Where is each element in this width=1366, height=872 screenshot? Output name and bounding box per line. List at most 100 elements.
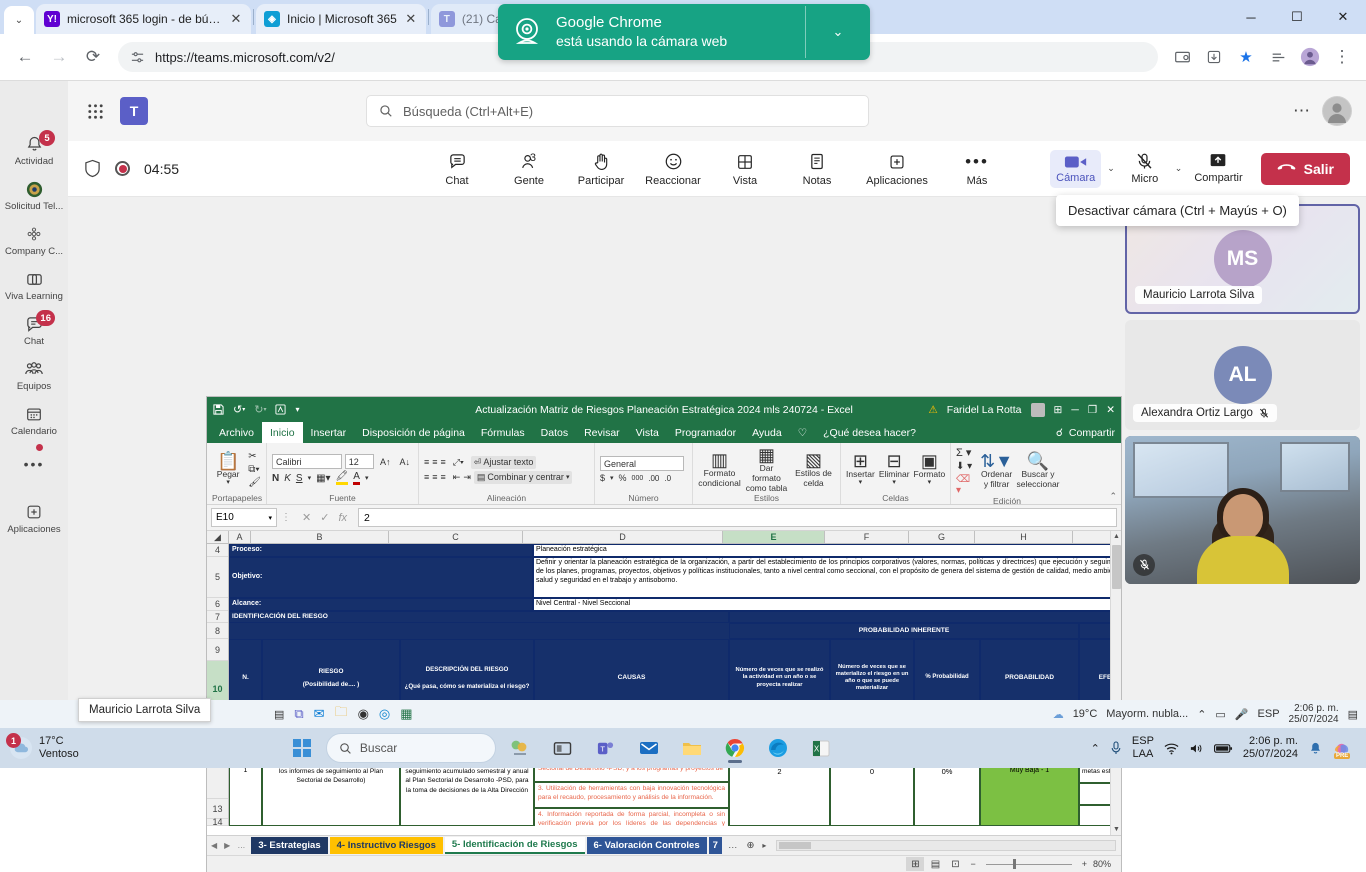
fill-down-icon[interactable]: ⬇ ▾ xyxy=(956,461,975,472)
customize-qat-icon[interactable]: ▾ xyxy=(295,405,299,414)
tab-close-icon[interactable]: ✕ xyxy=(404,11,418,27)
merge-center-button[interactable]: ▤ Combinar y centrar ▾ xyxy=(474,471,573,484)
meeting-control-gente[interactable]: 3 Gente xyxy=(500,151,558,187)
cell-section-title[interactable]: IDENTIFICACIÓN DEL RIESGO xyxy=(229,611,729,623)
back-button[interactable]: ← xyxy=(10,42,40,72)
cell-section-blank[interactable] xyxy=(729,611,1121,623)
row-header-7[interactable]: 7 xyxy=(207,611,228,623)
sheet-next-icon[interactable]: ▶ xyxy=(224,841,230,850)
header-ellipsis-icon[interactable]: ⋯ xyxy=(1293,101,1310,121)
column-header-e[interactable]: E xyxy=(723,531,825,543)
decrease-indent-icon[interactable]: ⇤ xyxy=(449,472,461,483)
cell-header-blank[interactable] xyxy=(229,623,729,639)
meeting-control-chat[interactable]: Chat xyxy=(428,151,486,187)
sidebar-item-aplicaciones[interactable]: Aplicaciones xyxy=(0,495,68,540)
app-launcher-icon[interactable] xyxy=(82,98,108,124)
meeting-control-aplicaciones[interactable]: Aplicaciones xyxy=(860,151,934,187)
shrink-font-button[interactable]: A↓ xyxy=(396,456,413,468)
font-name-field[interactable]: Calibri xyxy=(272,454,342,469)
format-painter-icon[interactable]: 🖌 xyxy=(248,478,261,488)
italic-button[interactable]: K xyxy=(284,473,291,484)
ribbon-display-options-icon[interactable]: ⊞ xyxy=(1054,404,1063,416)
conditional-format-button[interactable]: ▥ Formato condicional xyxy=(698,451,741,489)
column-header-b[interactable]: B xyxy=(251,531,389,543)
participant-video-tile[interactable] xyxy=(1125,436,1360,584)
start-button[interactable] xyxy=(283,731,321,765)
meeting-control-vista[interactable]: Vista xyxy=(716,151,774,187)
sidebar-item-calendario[interactable]: Calendario xyxy=(0,397,68,442)
currency-icon[interactable]: $ xyxy=(600,473,605,483)
cell-proceso-label[interactable]: Proceso: xyxy=(229,544,533,557)
sheet-tab-7[interactable]: 7 xyxy=(709,837,722,854)
sheet-tab-estrategias[interactable]: 3- Estrategias xyxy=(251,837,327,854)
horizontal-scrollbar[interactable] xyxy=(776,840,1116,851)
taskbar-explorer-button[interactable] xyxy=(673,731,711,765)
row-header-8[interactable]: 8 xyxy=(207,623,228,639)
wifi-icon[interactable] xyxy=(1164,742,1179,755)
vertical-scrollbar[interactable]: ▲ ▼ xyxy=(1110,531,1121,835)
taskbar-edge-button[interactable] xyxy=(759,731,797,765)
meeting-control-participar[interactable]: Participar xyxy=(572,151,630,187)
zoom-level[interactable]: 80% xyxy=(1093,859,1115,869)
grow-font-button[interactable]: A↑ xyxy=(377,456,394,468)
ribbon-tab-archivo[interactable]: Archivo xyxy=(211,422,262,443)
copilot-icon[interactable]: PRE xyxy=(1333,739,1352,758)
format-as-table-button[interactable]: ▦ Dar formato como tabla xyxy=(745,446,788,493)
leave-meeting-button[interactable]: Salir xyxy=(1261,153,1350,185)
borders-icon[interactable]: ▦▾ xyxy=(316,473,330,484)
shield-icon[interactable] xyxy=(84,159,101,178)
strip-lang[interactable]: ESP xyxy=(1258,708,1280,720)
taskbar-weather-widget[interactable]: 1 17°C Ventoso xyxy=(6,735,156,761)
strip-weather-icon[interactable]: ☁ xyxy=(1053,708,1064,721)
horizontal-scroll-thumb[interactable] xyxy=(779,842,811,849)
name-box[interactable]: E10 ▾ xyxy=(211,508,277,527)
reading-list-icon[interactable] xyxy=(1264,43,1292,71)
ribbon-tab-ayuda[interactable]: Ayuda xyxy=(744,422,790,443)
ribbon-tab-disposicion[interactable]: Disposición de página xyxy=(354,422,473,443)
insert-function-icon[interactable]: fx xyxy=(338,512,347,524)
column-header-d[interactable]: D xyxy=(523,531,723,543)
view-page-layout-button[interactable]: ▤ xyxy=(926,857,944,871)
column-header-g[interactable]: G xyxy=(909,531,975,543)
strip-chevron-up-icon[interactable]: ⌃ xyxy=(1197,708,1206,721)
camera-usage-notification[interactable]: Google Chrome está usando la cámara web … xyxy=(498,4,870,60)
save-icon[interactable] xyxy=(213,404,224,415)
browser-tab[interactable]: ◈ Inicio | Microsoft 365 ✕ xyxy=(256,4,426,34)
strip-folder-icon[interactable]: 🗀 xyxy=(335,703,348,725)
cell-causa-3[interactable]: 3. Utilización de herramientas con baja … xyxy=(534,782,729,808)
cell-probabilidad-inherente[interactable]: PROBABILIDAD INHERENTE xyxy=(729,623,1079,639)
meeting-control-mas[interactable]: ••• Más xyxy=(948,151,1006,187)
sheet-tabs-overflow[interactable]: … xyxy=(724,840,742,851)
undo-icon[interactable]: ↺ ▾ xyxy=(233,403,245,416)
zoom-slider-handle[interactable] xyxy=(1013,859,1016,869)
volume-icon[interactable] xyxy=(1189,742,1204,755)
sidebar-item-equipos[interactable]: Equipos xyxy=(0,352,68,397)
taskbar-teams-button[interactable]: T xyxy=(587,731,625,765)
increase-decimal-icon[interactable]: .00 xyxy=(648,474,659,483)
install-app-icon[interactable] xyxy=(1200,43,1228,71)
column-header-f[interactable]: F xyxy=(825,531,909,543)
ribbon-tab-insertar[interactable]: Insertar xyxy=(303,422,355,443)
vertical-scroll-thumb[interactable] xyxy=(1112,545,1121,589)
sheet-tab-valoracion[interactable]: 6- Valoración Controles xyxy=(587,837,707,854)
cell-styles-button[interactable]: ▧ Estilos de celda xyxy=(792,451,835,489)
tell-me-box[interactable]: ¿Qué desea hacer? xyxy=(815,422,924,443)
taskbar-excel-button[interactable]: X xyxy=(802,731,840,765)
strip-notification-icon[interactable]: ▤ xyxy=(1348,708,1358,721)
excel-user-avatar[interactable] xyxy=(1031,403,1045,417)
insert-cells-button[interactable]: ⊞ Insertar▾ xyxy=(846,452,875,488)
sidebar-item-viva-learning[interactable]: Viva Learning xyxy=(0,262,68,307)
scroll-down-arrow-icon[interactable]: ▼ xyxy=(1113,826,1120,833)
meeting-control-notas[interactable]: Notas xyxy=(788,151,846,187)
comma-icon[interactable]: 000 xyxy=(632,475,644,482)
sidebar-item-solicitud[interactable]: Solicitud Tel... xyxy=(0,172,68,217)
align-bottom-icon[interactable]: ≡ xyxy=(441,457,446,467)
reload-button[interactable]: ⟳ xyxy=(78,42,108,72)
row-header-4[interactable]: 4 xyxy=(207,544,228,557)
strip-teams-icon[interactable]: ⧉ xyxy=(294,706,303,722)
taskbar-search-box[interactable]: Buscar xyxy=(326,733,496,763)
search-input[interactable]: Búsqueda (Ctrl+Alt+E) xyxy=(366,95,869,127)
row-header-9[interactable]: 9 xyxy=(207,639,228,661)
orientation-icon[interactable]: ⤢▾ xyxy=(449,457,468,468)
cell-objetivo-label[interactable]: Objetivo: xyxy=(229,557,533,598)
